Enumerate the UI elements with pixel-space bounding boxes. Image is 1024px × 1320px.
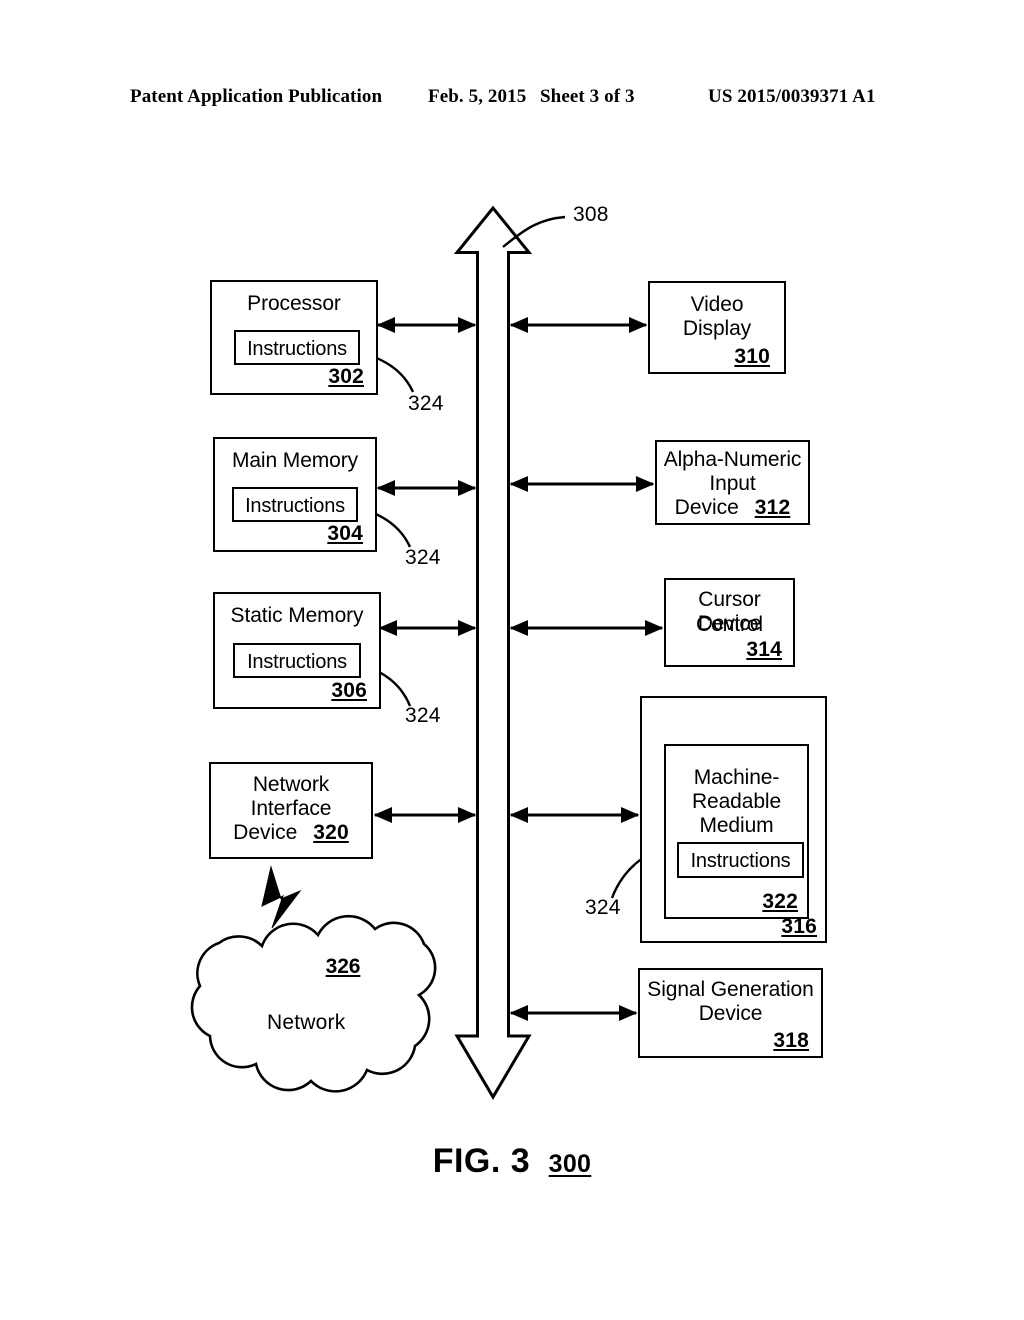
figure-caption: FIG. 3 300 [0, 1142, 1024, 1181]
video-display-ref: 310 [734, 345, 770, 368]
main-memory-instructions-label: Instructions [245, 495, 345, 517]
header-publication: Patent Application Publication [130, 86, 383, 107]
processor-instructions-label: Instructions [247, 338, 347, 360]
machine-readable-instructions-label: Instructions [690, 850, 791, 872]
system-bus-arrow [453, 205, 533, 1100]
network-interface-title-line3: Device [233, 821, 298, 844]
figure-line-art [190, 205, 673, 1100]
main-memory-instructions-box: Instructions [232, 487, 358, 522]
leader-label-324-machine-readable: 324 [585, 896, 621, 919]
processor-instructions-box: Instructions [234, 330, 360, 365]
figure-caption-text: FIG. 3 [432, 1142, 531, 1180]
leader-label-324-processor: 324 [408, 392, 444, 415]
network-cloud-ref: 326 [325, 955, 361, 978]
main-memory-ref: 304 [327, 522, 363, 545]
block-static-memory: Static Memory Instructions 306 [213, 592, 381, 709]
signal-generation-ref: 318 [773, 1029, 809, 1052]
machine-readable-medium-ref: 322 [762, 890, 798, 913]
block-main-memory: Main Memory Instructions 304 [213, 437, 377, 552]
network-cloud [190, 914, 437, 1093]
header-date: Feb. 5, 2015 [428, 86, 527, 107]
leader-label-324-main-memory: 324 [405, 546, 441, 569]
processor-title: Processor [247, 292, 341, 315]
alpha-numeric-title-line3-row: Device 312 [657, 495, 808, 520]
machine-readable-outer-ref: 316 [781, 915, 817, 938]
block-video-display: Video Display 310 [648, 281, 786, 374]
block-signal-generation-device: Signal Generation Device 318 [638, 968, 823, 1058]
header-sheet: Sheet 3 of 3 [540, 86, 635, 107]
page-header: Patent Application Publication Feb. 5, 2… [0, 86, 1024, 116]
block-machine-readable-medium-outer: Machine- Readable Medium Instructions 32… [640, 696, 827, 943]
static-memory-ref: 306 [331, 679, 367, 702]
block-machine-readable-medium-inner: Machine- Readable Medium Instructions 32… [664, 744, 809, 919]
processor-ref: 302 [328, 365, 364, 388]
bus-leader-line [502, 215, 566, 248]
leader-label-324-static-memory: 324 [405, 704, 441, 727]
block-alpha-numeric-input-device: Alpha-Numeric Input Device 312 [655, 440, 810, 525]
network-cloud-label: Network [267, 1011, 346, 1034]
machine-readable-instructions-box: Instructions [677, 842, 804, 878]
machine-readable-title-line1: Machine- [693, 766, 780, 789]
network-interface-title-line1: Network [252, 773, 330, 796]
static-memory-instructions-box: Instructions [233, 643, 361, 678]
block-cursor-control-device: Cursor Control Device 314 [664, 578, 795, 667]
alpha-numeric-title-line3: Device [674, 496, 739, 519]
network-interface-title-line2: Interface [250, 797, 332, 820]
video-display-title-line1: Video [690, 293, 744, 316]
alpha-numeric-title-line1: Alpha-Numeric [663, 448, 802, 471]
main-memory-title: Main Memory [231, 449, 359, 472]
machine-readable-title-line2: Readable [691, 790, 782, 813]
network-interface-title-line3-row: Device 320 [211, 820, 371, 845]
patent-figure-page: Patent Application Publication Feb. 5, 2… [0, 0, 1024, 1320]
video-display-title-line2: Display [682, 317, 752, 340]
lightning-bolt-icon [261, 865, 302, 929]
static-memory-title: Static Memory [230, 604, 364, 627]
bus-ref-label: 308 [573, 203, 609, 226]
block-network-interface-device: Network Interface Device 320 [209, 762, 373, 859]
signal-generation-title-line2: Device [698, 1002, 763, 1025]
network-interface-ref: 320 [313, 821, 349, 844]
header-document-number: US 2015/0039371 A1 [708, 86, 876, 107]
alpha-numeric-title-line2: Input [709, 472, 756, 495]
cursor-control-title-line2: Device [697, 612, 762, 635]
signal-generation-title-line1: Signal Generation [647, 978, 814, 1001]
alpha-numeric-ref: 312 [754, 496, 791, 519]
static-memory-instructions-label: Instructions [247, 651, 347, 673]
cursor-control-ref: 314 [746, 638, 782, 661]
figure-caption-ref: 300 [548, 1150, 592, 1178]
machine-readable-title-line3: Medium [699, 814, 774, 837]
block-processor: Processor Instructions 302 [210, 280, 378, 395]
